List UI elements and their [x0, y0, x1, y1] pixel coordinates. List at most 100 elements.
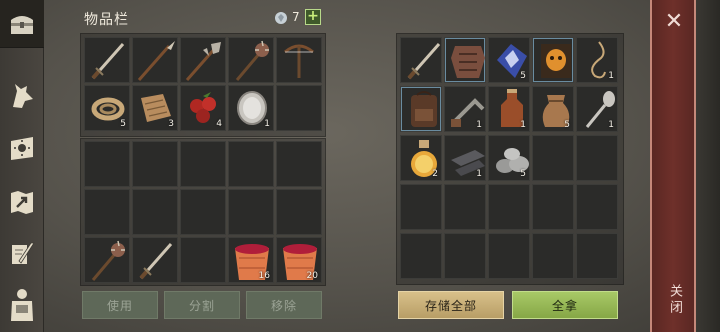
- item-count: 5: [564, 120, 570, 130]
- storage-slot[interactable]: 5: [532, 86, 574, 132]
- sword-icon: [139, 243, 173, 280]
- map-arrow-icon: [11, 191, 33, 214]
- storage-slot[interactable]: 1: [576, 37, 618, 83]
- item-count: 1: [264, 119, 270, 129]
- sidebar: [0, 0, 44, 332]
- item-count: 5: [520, 71, 526, 81]
- storage-slot[interactable]: [444, 37, 486, 83]
- storage-slot[interactable]: [532, 135, 574, 181]
- inventory-slot[interactable]: [276, 85, 322, 131]
- sword-icon: [407, 43, 441, 80]
- item-count: 1: [608, 120, 614, 130]
- screen-edge: [696, 0, 720, 332]
- storage-slot[interactable]: [400, 233, 442, 279]
- inventory-slot[interactable]: [132, 37, 178, 83]
- inventory-slot[interactable]: [180, 37, 226, 83]
- storage-slot[interactable]: 1: [576, 86, 618, 132]
- store-all-button[interactable]: 存储全部: [398, 291, 504, 319]
- inventory-slot[interactable]: 1: [228, 85, 274, 131]
- inventory-slot-empty[interactable]: [228, 189, 274, 235]
- item-count: 1: [520, 120, 526, 130]
- close-icon[interactable]: ✕: [660, 8, 688, 36]
- item-count: 5: [120, 119, 126, 129]
- item-count: 5: [520, 169, 526, 179]
- item-count: 4: [216, 119, 222, 129]
- mace-icon: [235, 40, 269, 81]
- inventory-slot[interactable]: [84, 37, 130, 83]
- inventory-slot-empty[interactable]: [132, 189, 178, 235]
- item-count: 16: [258, 271, 270, 281]
- backpack-figure-icon: [11, 289, 33, 321]
- sword-icon: [91, 43, 125, 80]
- tab-character[interactable]: [4, 286, 40, 322]
- inventory-slot[interactable]: 5: [84, 85, 130, 131]
- inventory-slot-empty[interactable]: [84, 189, 130, 235]
- inventory-slot[interactable]: 3: [132, 85, 178, 131]
- storage-slot[interactable]: [400, 37, 442, 83]
- inventory-slot[interactable]: 4: [180, 85, 226, 131]
- storage-slot[interactable]: 1: [488, 86, 530, 132]
- storage-slot[interactable]: [532, 233, 574, 279]
- storage-slot[interactable]: [444, 184, 486, 230]
- hotbar-slot[interactable]: 20: [276, 237, 322, 283]
- inventory-slot[interactable]: [228, 37, 274, 83]
- use-button[interactable]: 使用: [82, 291, 158, 319]
- wolf-head-icon: [13, 84, 33, 108]
- halberd-icon: [185, 42, 221, 81]
- item-count: 3: [168, 119, 174, 129]
- item-count: 1: [476, 169, 482, 179]
- storage-slot[interactable]: [532, 184, 574, 230]
- close-panel[interactable]: [650, 0, 696, 332]
- hotbar-slot[interactable]: [132, 237, 178, 283]
- storage-slot[interactable]: [576, 135, 618, 181]
- tab-quests[interactable]: [4, 236, 40, 272]
- item-count: 1: [476, 120, 482, 130]
- backpack-icon: [411, 91, 437, 127]
- hotbar-slot[interactable]: [84, 237, 130, 283]
- page-title: 物品栏: [84, 12, 129, 28]
- storage-slot[interactable]: 1: [444, 86, 486, 132]
- storage-slot[interactable]: 5: [488, 135, 530, 181]
- storage-slot[interactable]: [488, 233, 530, 279]
- tab-crafting-book[interactable]: [4, 130, 40, 166]
- gem-count: 7: [292, 10, 300, 24]
- storage-slot[interactable]: 1: [444, 135, 486, 181]
- inventory-slot[interactable]: [276, 37, 322, 83]
- split-button[interactable]: 分割: [164, 291, 240, 319]
- storage-slot[interactable]: [400, 184, 442, 230]
- hotbar-slot[interactable]: 16: [228, 237, 274, 283]
- gem-icon: [275, 12, 287, 24]
- tab-creatures[interactable]: [4, 78, 40, 114]
- storage-slot[interactable]: [532, 37, 574, 83]
- storage-slot[interactable]: [576, 233, 618, 279]
- add-gems-button[interactable]: +: [305, 9, 321, 25]
- inventory-slot-empty[interactable]: [132, 141, 178, 187]
- mace-icon: [91, 240, 125, 281]
- storage-slot[interactable]: 2: [400, 135, 442, 181]
- hotbar-slot[interactable]: [180, 237, 226, 283]
- inventory-slot-empty[interactable]: [276, 189, 322, 235]
- tab-map[interactable]: [4, 184, 40, 220]
- inventory-slot-empty[interactable]: [180, 141, 226, 187]
- take-all-button[interactable]: 全拿: [512, 291, 618, 319]
- storage-slot[interactable]: [400, 86, 442, 132]
- close-label: 关闭: [667, 284, 682, 316]
- inventory-slot-empty[interactable]: [276, 141, 322, 187]
- storage-slot[interactable]: [444, 233, 486, 279]
- storage-slot[interactable]: [488, 184, 530, 230]
- item-count: 2: [432, 169, 438, 179]
- spear-icon: [137, 41, 175, 81]
- remove-button[interactable]: 移除: [246, 291, 322, 319]
- armor-icon: [451, 46, 485, 78]
- scroll-quill-icon: [12, 242, 35, 264]
- item-count: 1: [608, 71, 614, 81]
- sun-book-icon: [11, 137, 33, 160]
- storage-slot[interactable]: [576, 184, 618, 230]
- inventory-slot-empty[interactable]: [228, 141, 274, 187]
- inventory-slot-empty[interactable]: [84, 141, 130, 187]
- inventory-slot-empty[interactable]: [180, 189, 226, 235]
- crossbow-icon: [284, 44, 314, 78]
- chest-icon: [11, 16, 33, 34]
- tab-inventory[interactable]: [0, 0, 44, 48]
- storage-slot[interactable]: 5: [488, 37, 530, 83]
